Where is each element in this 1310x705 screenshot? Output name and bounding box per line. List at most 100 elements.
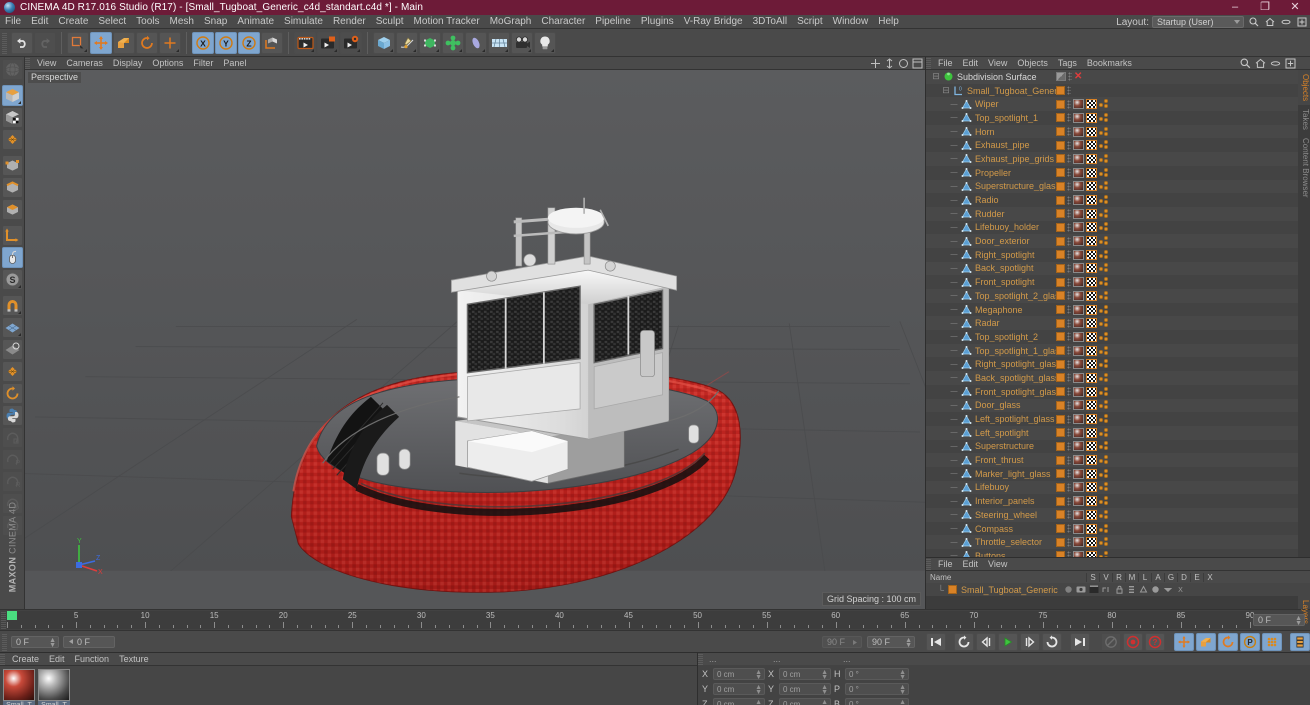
uv-tag[interactable] — [1086, 140, 1097, 151]
object-row[interactable]: — Steering_wheel — [926, 508, 1310, 522]
menu-item-v-ray-bridge[interactable]: V-Ray Bridge — [679, 15, 748, 29]
object-row[interactable]: — Propeller — [926, 165, 1310, 180]
material-tag[interactable] — [1073, 372, 1084, 383]
object-row[interactable]: — Top_spotlight_1 — [926, 111, 1310, 125]
lock-y-axis-button[interactable]: Y — [215, 31, 237, 54]
layer-color-tag[interactable] — [1056, 510, 1065, 520]
layer-color-tag[interactable] — [1056, 236, 1065, 246]
uv-tag[interactable] — [1086, 112, 1097, 123]
menu-item-sculpt[interactable]: Sculpt — [371, 15, 409, 29]
lock-z-axis-button[interactable]: Z — [238, 31, 260, 54]
uv-tag[interactable] — [1086, 468, 1097, 479]
viewport-menu-view[interactable]: View — [32, 57, 61, 70]
undo-button[interactable] — [11, 31, 33, 54]
uv-tag[interactable] — [1086, 523, 1097, 534]
visibility-dots[interactable] — [1067, 496, 1071, 506]
menu-item-tools[interactable]: Tools — [131, 15, 164, 29]
zoom-view-icon[interactable] — [884, 58, 895, 69]
menu-item-plugins[interactable]: Plugins — [636, 15, 679, 29]
material-menu-create[interactable]: Create — [7, 653, 44, 666]
layer-color-tag[interactable] — [1056, 305, 1065, 315]
stepper-icon[interactable]: ▲▼ — [899, 669, 906, 681]
phong-tag[interactable] — [1099, 195, 1110, 205]
material-list[interactable]: Small_T̲Small_T̲ — [0, 666, 697, 705]
render-view-button[interactable] — [294, 31, 316, 54]
timeline-grip[interactable] — [1, 611, 6, 630]
material-menu-edit[interactable]: Edit — [44, 653, 70, 666]
menu-item-select[interactable]: Select — [93, 15, 131, 29]
viewport-menu-filter[interactable]: Filter — [188, 57, 218, 70]
phong-tag[interactable] — [1099, 126, 1110, 137]
layer-color-tag[interactable] — [1056, 291, 1065, 301]
uv-tag[interactable] — [1086, 441, 1097, 452]
menu-item-file[interactable]: File — [0, 15, 26, 29]
stepper-icon[interactable]: ▲▼ — [755, 684, 762, 696]
object-row[interactable]: — Top_spotlight_2_glass — [926, 289, 1310, 303]
uv-tag[interactable] — [1086, 386, 1097, 397]
uv-tag[interactable] — [1086, 249, 1097, 260]
menu-item-edit[interactable]: Edit — [26, 15, 53, 29]
phong-tag[interactable] — [1099, 455, 1110, 465]
material-tag[interactable] — [1073, 359, 1084, 370]
phong-tag[interactable] — [1099, 277, 1110, 287]
phong-tag[interactable] — [1099, 496, 1110, 506]
phong-tag[interactable] — [1099, 304, 1110, 315]
layers-grip[interactable] — [926, 557, 931, 571]
material-tag[interactable] — [1073, 126, 1084, 137]
move-alt-tool[interactable] — [159, 31, 181, 54]
object-row[interactable]: — Interior_panels — [926, 494, 1310, 508]
stepper-icon[interactable]: ▲▼ — [899, 684, 906, 696]
expand-icon[interactable] — [1285, 58, 1296, 69]
uv-tag[interactable] — [1086, 222, 1097, 233]
add-cube-button[interactable] — [373, 31, 395, 54]
create-point-icon[interactable] — [1, 427, 23, 448]
go-to-next-key-button[interactable] — [1042, 632, 1062, 651]
menu-item-render[interactable]: Render — [328, 15, 371, 29]
object-row[interactable]: — Compass — [926, 521, 1310, 536]
om-menu-objects[interactable]: Objects — [1012, 57, 1053, 70]
material-tag[interactable] — [1073, 277, 1084, 288]
toolbar-grip[interactable] — [2, 31, 7, 54]
lock-workplane-icon[interactable] — [1, 339, 23, 360]
stepper-icon[interactable]: ▲▼ — [1295, 615, 1302, 627]
menu-item-character[interactable]: Character — [536, 15, 590, 29]
uv-tag[interactable] — [1086, 482, 1097, 493]
object-row[interactable]: — Door_exterior — [926, 234, 1310, 248]
rotate-view-icon[interactable] — [898, 58, 909, 69]
point-mode-icon[interactable] — [1, 155, 23, 176]
material-tag[interactable] — [1073, 441, 1084, 452]
material-tag[interactable] — [1073, 455, 1084, 466]
visibility-dots[interactable] — [1067, 222, 1071, 232]
phong-tag[interactable] — [1099, 331, 1110, 342]
xref-icon[interactable]: X — [1176, 585, 1185, 594]
render-to-picture-viewer-button[interactable] — [317, 31, 339, 54]
go-to-start-button[interactable] — [926, 632, 946, 651]
size-y-input[interactable]: 0 cm ▲ ▼ — [779, 683, 831, 696]
phong-tag[interactable] — [1099, 222, 1110, 232]
phong-tag[interactable] — [1099, 208, 1110, 219]
uv-tag[interactable] — [1086, 167, 1097, 178]
delete-icon[interactable]: ✕ — [1074, 72, 1082, 82]
workplane-icon[interactable] — [1, 317, 23, 338]
play-backwards-button[interactable] — [976, 632, 996, 651]
position-z-input[interactable]: 0 cm▲▼ — [713, 698, 765, 705]
visibility-dots[interactable] — [1067, 414, 1071, 424]
material-tag[interactable] — [1073, 167, 1084, 178]
visibility-dots[interactable] — [1067, 441, 1071, 451]
uv-tag[interactable] — [1086, 277, 1097, 288]
uv-tag[interactable] — [1086, 126, 1097, 137]
menu-item-help[interactable]: Help — [873, 15, 904, 29]
object-row[interactable]: — Exhaust_pipe — [926, 138, 1310, 153]
visibility-dots[interactable] — [1067, 113, 1071, 123]
object-row[interactable]: — Rudder — [926, 206, 1310, 221]
visibility-dots[interactable] — [1067, 359, 1071, 369]
layer-color-tag[interactable] — [1056, 181, 1065, 191]
layer-row[interactable]: └ Small_Tugboat_Generic X — [926, 583, 1310, 596]
rotation-b-input[interactable]: 0 °▲▼ — [845, 698, 909, 705]
object-row[interactable]: — Lifebuoy — [926, 480, 1310, 495]
object-row[interactable]: — Right_spotlight_glass — [926, 357, 1310, 372]
redo-button[interactable] — [34, 31, 56, 54]
manager-icon[interactable] — [1102, 585, 1112, 594]
end-frame-field[interactable]: 90 F ▲ ▼ — [867, 635, 915, 649]
phong-tag[interactable] — [1099, 290, 1110, 301]
